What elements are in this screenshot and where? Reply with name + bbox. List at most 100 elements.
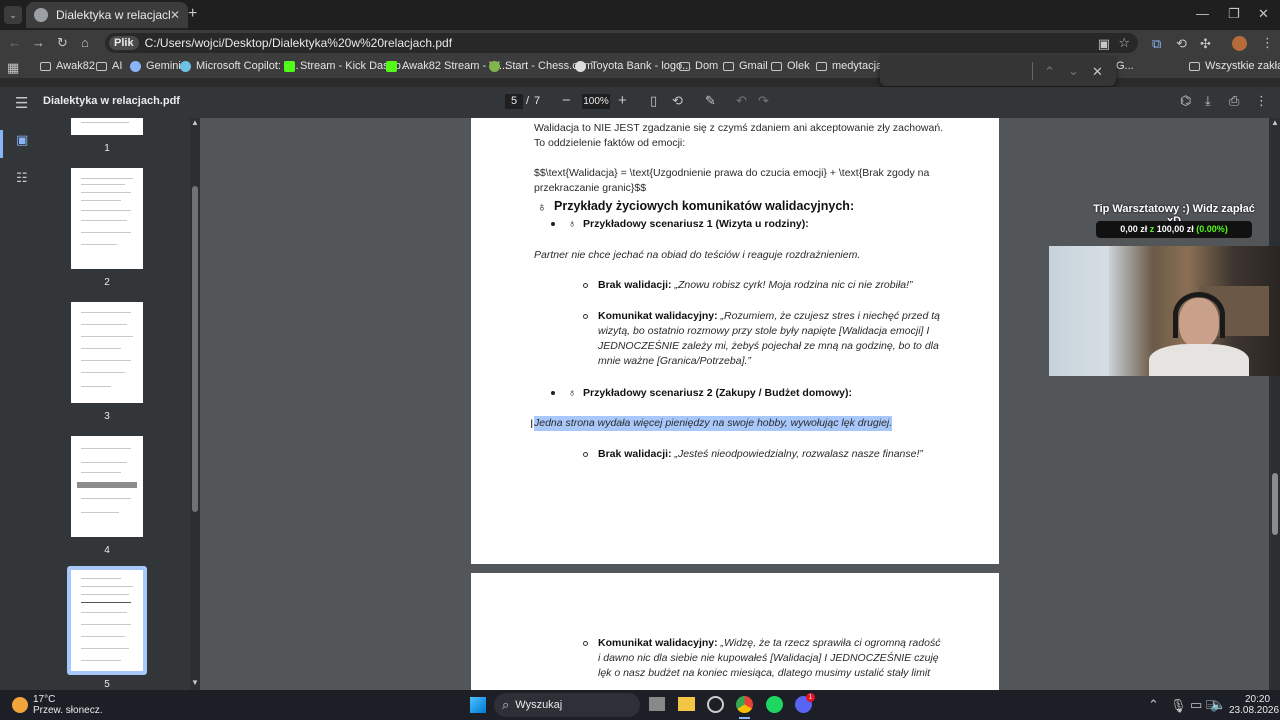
scroll-up-icon[interactable]: ▲ [1271, 118, 1279, 127]
sub-bullet [583, 283, 588, 288]
undo-icon[interactable]: ↶ [736, 93, 747, 109]
spotify-icon[interactable] [766, 696, 783, 713]
windows-start-icon[interactable] [470, 697, 486, 713]
tab-active[interactable]: Dialektyka w relacjach.pdf ✕ [26, 2, 188, 28]
scroll-down-icon[interactable]: ▼ [191, 678, 199, 687]
thumbnail-page-4[interactable] [71, 436, 143, 537]
find-next-icon[interactable]: ⌄ [1068, 63, 1079, 79]
tip-percent: (0.00%) [1196, 224, 1228, 234]
zoom-in-icon[interactable]: + [618, 92, 627, 109]
display-icon[interactable]: ▭ [1190, 697, 1202, 713]
minimize-icon[interactable]: — [1196, 6, 1209, 21]
lightbulb-icon: ♁ [568, 218, 577, 230]
taskbar-search[interactable]: ⌕ Wyszukaj [494, 693, 640, 717]
lightbulb-icon: ♁ [568, 387, 577, 399]
thumbnails-panel: 1 2 3 4 5 [45, 118, 200, 690]
fit-page-icon[interactable]: ▯ [650, 93, 657, 109]
thumbnail-page-3[interactable] [71, 302, 143, 403]
pdf-more-icon[interactable]: ⋮ [1255, 93, 1268, 109]
bookmark-g[interactable]: G... [1116, 60, 1134, 72]
sub-bullet [583, 641, 588, 646]
clock-time[interactable]: 20:20 [1245, 694, 1270, 705]
task-view-icon[interactable] [649, 697, 665, 711]
bullet [551, 222, 555, 226]
bookmark-star-icon[interactable]: ☆ [1118, 35, 1130, 51]
save-annotations-icon[interactable]: ⌬ [1180, 93, 1191, 109]
bookmark-toyota[interactable]: Toyota Bank - logo... [575, 60, 691, 72]
outline-icon[interactable]: ☷ [16, 170, 28, 186]
bookmark-ai[interactable]: AI [96, 60, 122, 72]
extension-b-icon[interactable]: ⟲ [1176, 36, 1187, 52]
volume-icon[interactable]: 🔈 [1210, 697, 1226, 713]
thumbnail-label: 5 [104, 679, 110, 690]
tab-title: Dialektyka w relacjach.pdf [56, 8, 170, 22]
scroll-up-icon[interactable]: ▲ [191, 118, 199, 127]
pdf-page-6: Komunikat walidacyjny: „Widzę, że ta rze… [471, 573, 999, 690]
zoom-out-icon[interactable]: − [562, 92, 571, 109]
thumbnail-page-2[interactable] [71, 168, 143, 269]
back-icon[interactable]: ← [8, 35, 21, 50]
extension-a-icon[interactable]: ⧉ [1152, 36, 1161, 52]
all-bookmarks[interactable]: Wszystkie zakładki [1189, 60, 1280, 72]
bookmark-medytacja[interactable]: medytacja [816, 60, 882, 72]
zoom-input[interactable]: 100% [582, 94, 610, 109]
thumbnail-page-5[interactable] [71, 570, 143, 671]
thumbnail-page-1[interactable] [71, 118, 143, 135]
extensions-puzzle-icon[interactable]: ✣ [1200, 36, 1211, 52]
tab-strip: ⌄ Dialektyka w relacjach.pdf ✕ + — ❐ ✕ [0, 0, 1280, 30]
search-icon: ⌕ [502, 697, 510, 712]
sidebar-menu-icon[interactable]: ☰ [15, 94, 28, 112]
microphone-icon[interactable]: 🎙 [1170, 698, 1187, 714]
selected-text[interactable]: Jedna strona wydała więcej pieniędzy na … [534, 416, 893, 431]
thumbnails-scroll-thumb[interactable] [192, 186, 198, 512]
clock-date[interactable]: 23.08.2026 [1229, 705, 1279, 716]
download-icon[interactable]: ⤓ [1205, 93, 1211, 109]
app-icon[interactable] [707, 696, 724, 713]
page-number-input[interactable]: 5 [505, 94, 523, 109]
bookmark-dom[interactable]: Dom [679, 60, 718, 72]
close-window-icon[interactable]: ✕ [1258, 6, 1269, 22]
bookmark-olek[interactable]: Olek [771, 60, 810, 72]
chrome-icon[interactable] [736, 696, 753, 713]
section-heading: Przykłady życiowych komunikatów walidacy… [554, 199, 855, 213]
browser-menu-icon[interactable]: ⋮ [1261, 35, 1274, 51]
scenario-2-heading: Przykładowy scenariusz 2 (Zakupy / Budże… [583, 387, 852, 399]
bookmark-gmail[interactable]: Gmail [723, 60, 768, 72]
thumbnails-icon[interactable]: ▣ [16, 132, 28, 148]
print-icon[interactable]: ⎙ [1229, 93, 1239, 109]
new-tab-button[interactable]: + [188, 5, 197, 23]
webcam-window-light [1049, 246, 1109, 376]
no-validation-2: Brak walidacji: „Jesteś nieodpowiedzialn… [598, 447, 923, 462]
bookmark-awak82[interactable]: Awak82 [40, 60, 95, 72]
weather-icon[interactable] [12, 697, 28, 713]
home-icon[interactable]: ⌂ [81, 35, 89, 50]
find-close-icon[interactable]: ✕ [1092, 64, 1103, 80]
address-bar[interactable]: Plik C:/Users/wojci/Desktop/Dialektyka%2… [105, 33, 1138, 53]
active-app-indicator [739, 717, 750, 719]
file-explorer-icon[interactable] [678, 697, 695, 711]
thumbnails-scrollbar[interactable]: ▲ ▼ [190, 118, 200, 690]
file-chip[interactable]: Plik [109, 36, 139, 50]
bookmark-gemini[interactable]: Gemini [130, 60, 181, 72]
reload-icon[interactable]: ↻ [57, 35, 68, 51]
tab-search-icon[interactable]: ⌄ [4, 6, 22, 24]
close-tab-icon[interactable]: ✕ [170, 8, 180, 22]
find-input[interactable] [886, 61, 1030, 81]
annotate-icon[interactable]: ✎ [705, 93, 716, 109]
pdf-doc-icon[interactable]: ▣ [1098, 36, 1110, 52]
profile-avatar[interactable] [1232, 36, 1247, 51]
maximize-icon[interactable]: ❐ [1228, 6, 1240, 22]
page-separator: / [526, 95, 530, 107]
document-scrollbar[interactable]: ▲ [1269, 118, 1280, 690]
tray-chevron-icon[interactable]: ⌃ [1148, 697, 1159, 713]
find-previous-icon[interactable]: ⌃ [1044, 64, 1055, 80]
text-line: i dawno nic dla siebie nie kupowałeś [Wa… [598, 652, 939, 664]
forward-icon[interactable]: → [32, 35, 45, 50]
os-taskbar: 17°C Przew. słonecz. ⌕ Wyszukaj 1 ⌃ 🎙 ▭ … [0, 690, 1280, 720]
bookmark-copilot[interactable]: Microsoft Copilot: T... [180, 60, 299, 72]
document-scroll-thumb[interactable] [1272, 473, 1278, 535]
text-line: JEDNOCZEŚNIE zależy mi, żebyś pojechał z… [598, 340, 939, 352]
redo-icon[interactable]: ↷ [758, 93, 769, 109]
rotate-icon[interactable]: ⟲ [672, 93, 683, 109]
apps-grid-icon[interactable]: ▦ [7, 60, 19, 76]
